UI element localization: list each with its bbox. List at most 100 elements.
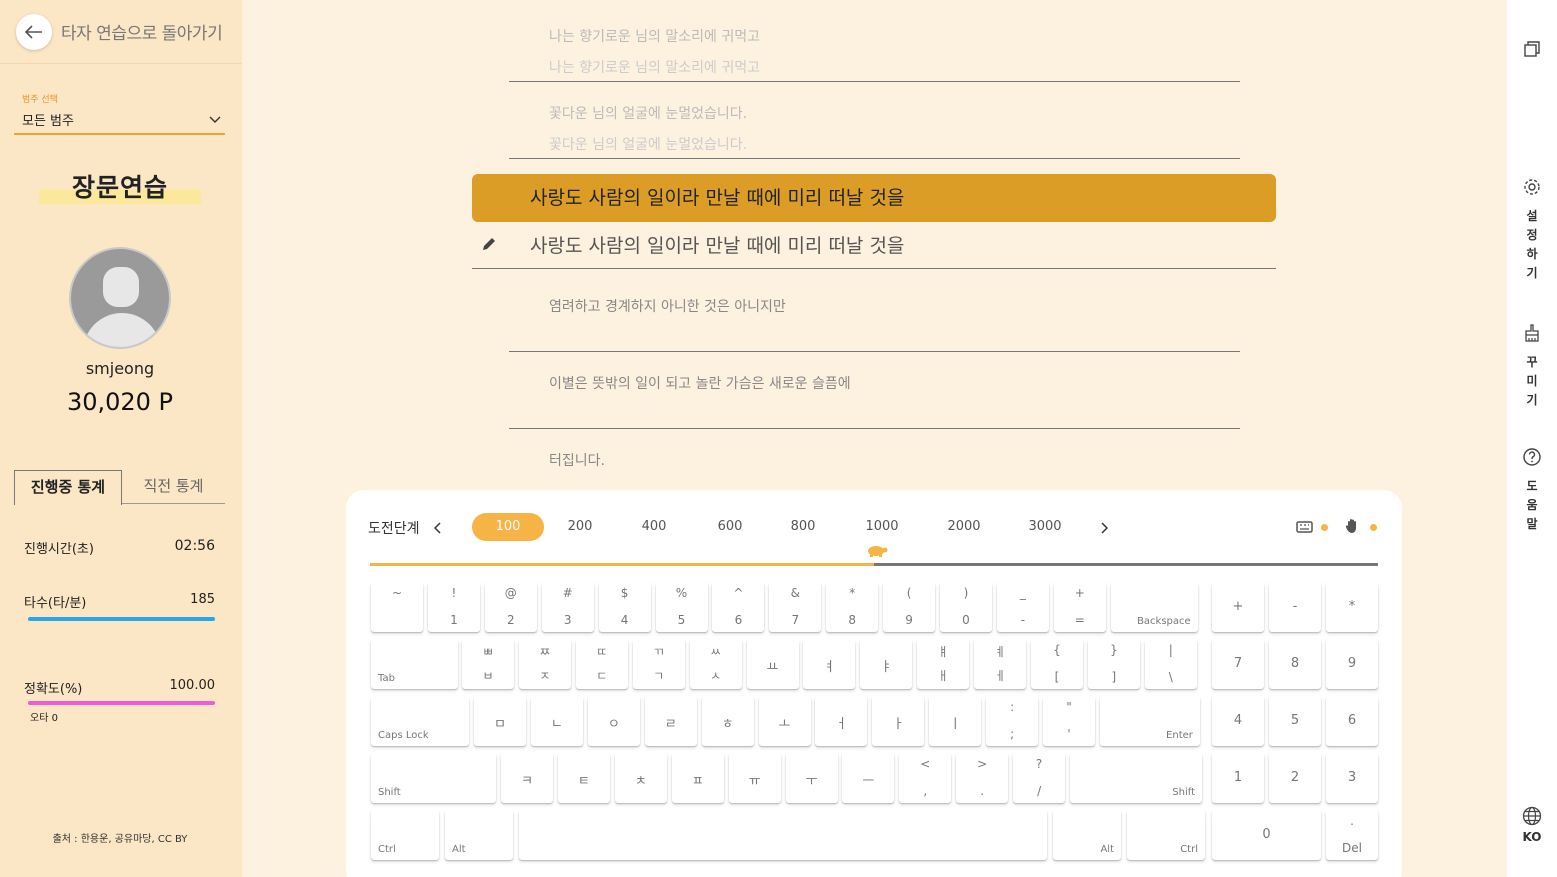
stage-1000[interactable]: 1000 xyxy=(846,513,918,541)
key[interactable]: * 8 xyxy=(826,582,879,632)
back-label[interactable]: 타자 연습으로 돌아가기 xyxy=(61,19,223,44)
ctrl-right-key[interactable]: Ctrl xyxy=(1127,810,1205,860)
stage-100[interactable]: 100 xyxy=(472,513,544,541)
key-label: ㅗ xyxy=(778,717,791,732)
space-key[interactable] xyxy=(519,810,1047,860)
key[interactable]: {[ xyxy=(1031,639,1083,689)
shift-left-key[interactable]: Shift xyxy=(371,753,496,803)
key[interactable]: ㅁ xyxy=(474,696,526,746)
tab-current-stats[interactable]: 진행중 통계 xyxy=(14,470,122,505)
tab-previous-stats[interactable]: 직전 통계 xyxy=(122,470,225,504)
key[interactable]: ) 0 xyxy=(940,582,992,632)
numpad-key[interactable]: + xyxy=(1212,582,1264,632)
key[interactable]: ^ 6 xyxy=(712,582,765,632)
numpad-key[interactable]: * xyxy=(1326,582,1378,632)
stage-600[interactable]: 600 xyxy=(694,513,766,541)
keyboard-icon[interactable] xyxy=(1296,521,1313,533)
key[interactable]: ㅜ xyxy=(785,753,838,803)
key[interactable]: :; xyxy=(986,696,1039,746)
stage-800[interactable]: 800 xyxy=(767,513,839,541)
stage-3000[interactable]: 3000 xyxy=(1009,513,1081,541)
key[interactable]: % 5 xyxy=(655,582,708,632)
typing-input-text[interactable]: 사랑도 사람의 일이라 만날 때에 미리 떠날 것을 xyxy=(530,231,904,258)
backspace-key[interactable]: Backspace xyxy=(1110,582,1198,632)
key[interactable]: ㅑ xyxy=(860,639,913,689)
keyboard-toggle-dot[interactable] xyxy=(1321,524,1328,531)
key[interactable]: ㄸㄷ xyxy=(575,639,628,689)
key[interactable]: ㅊ xyxy=(614,753,667,803)
key[interactable]: " ' xyxy=(1043,696,1095,746)
shift-right-key[interactable]: Shift xyxy=(1070,753,1202,803)
chevron-left-icon[interactable] xyxy=(434,522,442,534)
enter-key[interactable]: Enter xyxy=(1099,696,1200,746)
key[interactable]: ~ xyxy=(371,582,423,632)
alt-right-key[interactable]: Alt xyxy=(1053,810,1121,860)
key[interactable]: ㅆㅅ xyxy=(689,639,742,689)
key[interactable]: ㅖㅔ xyxy=(974,639,1027,689)
language-button[interactable]: KO xyxy=(1507,806,1557,844)
stage-400[interactable]: 400 xyxy=(618,513,690,541)
key[interactable]: ㅕ xyxy=(803,639,856,689)
numpad-key[interactable]: 2 xyxy=(1269,753,1321,803)
key[interactable]: (9 xyxy=(883,582,936,632)
key[interactable]: + = xyxy=(1053,582,1106,632)
alt-left-key[interactable]: Alt xyxy=(445,810,513,860)
stage-200[interactable]: 200 xyxy=(544,513,616,541)
caps-lock-key[interactable]: Caps Lock xyxy=(371,696,469,746)
category-select[interactable]: 범주 선택 모든 범주 xyxy=(14,92,225,135)
key[interactable]: ㅓ xyxy=(815,696,868,746)
key[interactable]: ㅉㅈ xyxy=(518,639,571,689)
key[interactable]: ㄲㄱ xyxy=(632,639,685,689)
key[interactable]: ㅌ xyxy=(557,753,610,803)
numpad-key[interactable]: 5 xyxy=(1269,696,1321,746)
numpad-key[interactable]: 7 xyxy=(1212,639,1264,689)
key[interactable]: ㄹ xyxy=(644,696,697,746)
help-button[interactable]: 도움말 xyxy=(1507,447,1557,534)
key[interactable]: <, xyxy=(899,753,952,803)
key[interactable]: ㅃㅂ xyxy=(462,639,514,689)
settings-button[interactable]: 설정하기 xyxy=(1507,177,1557,283)
pencil-icon xyxy=(483,238,495,250)
numpad-key[interactable]: 9 xyxy=(1326,639,1378,689)
typing-input-row[interactable]: 사랑도 사람의 일이라 만날 때에 미리 떠날 것을 xyxy=(472,222,1276,269)
decorate-button[interactable]: 꾸미기 xyxy=(1507,323,1557,410)
numpad-key[interactable]: - xyxy=(1269,582,1321,632)
key[interactable]: ㅋ xyxy=(501,753,553,803)
stage-2000[interactable]: 2000 xyxy=(928,513,1000,541)
ctrl-left-key[interactable]: Ctrl xyxy=(371,810,439,860)
key[interactable]: ㅠ xyxy=(728,753,781,803)
window-button[interactable] xyxy=(1507,40,1557,62)
numpad-key[interactable]: 3 xyxy=(1326,753,1378,803)
key[interactable]: ㅏ xyxy=(872,696,925,746)
key[interactable]: ㅗ xyxy=(758,696,811,746)
key[interactable]: $4 xyxy=(598,582,651,632)
chevron-right-icon[interactable] xyxy=(1100,522,1108,534)
tab-key[interactable]: Tab xyxy=(371,639,458,689)
key[interactable]: ㅣ xyxy=(929,696,982,746)
key[interactable]: ㅛ xyxy=(746,639,799,689)
hand-toggle-dot[interactable] xyxy=(1370,524,1377,531)
numpad-zero-key[interactable]: 0 xyxy=(1212,810,1321,860)
key[interactable]: ㄴ xyxy=(530,696,583,746)
key[interactable]: ㅒㅐ xyxy=(917,639,970,689)
key[interactable]: #3 xyxy=(541,582,594,632)
key[interactable]: ㅎ xyxy=(701,696,754,746)
key[interactable]: & 7 xyxy=(769,582,822,632)
numpad-key[interactable]: 4 xyxy=(1212,696,1264,746)
numpad-key[interactable]: 8 xyxy=(1269,639,1321,689)
key[interactable]: ㅍ xyxy=(671,753,724,803)
back-button[interactable] xyxy=(16,13,52,50)
key[interactable]: }] xyxy=(1087,639,1140,689)
key[interactable]: | \ xyxy=(1144,639,1197,689)
key[interactable]: ㅡ xyxy=(842,753,895,803)
key[interactable]: ㅇ xyxy=(587,696,640,746)
hand-icon[interactable] xyxy=(1345,518,1360,534)
numpad-del-key[interactable]: . Del xyxy=(1326,810,1378,860)
key[interactable]: ? / xyxy=(1013,753,1066,803)
key[interactable]: _ - xyxy=(996,582,1049,632)
numpad-key[interactable]: 1 xyxy=(1212,753,1264,803)
key[interactable]: ! 1 xyxy=(427,582,480,632)
key[interactable]: >. xyxy=(956,753,1009,803)
numpad-key[interactable]: 6 xyxy=(1326,696,1378,746)
key[interactable]: @2 xyxy=(484,582,537,632)
